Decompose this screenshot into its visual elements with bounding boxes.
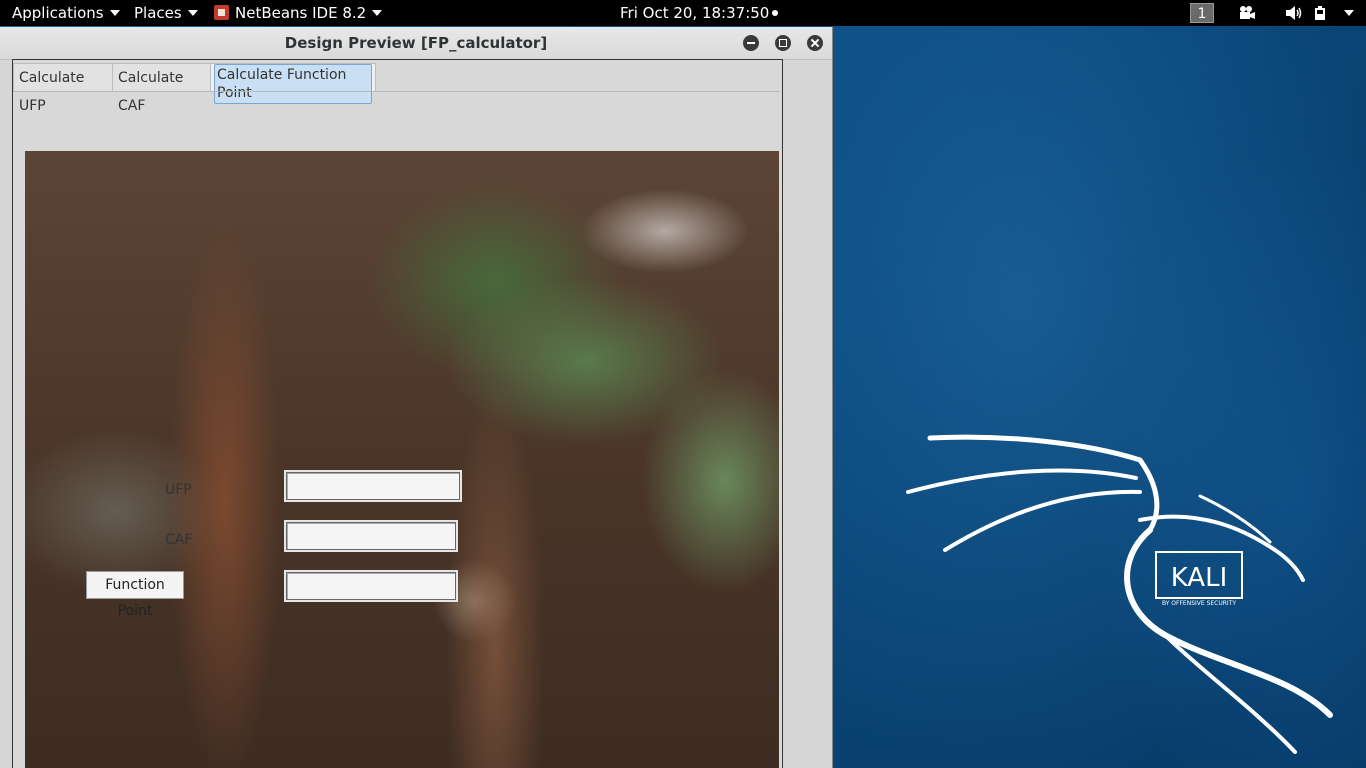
- function-point-field[interactable]: [284, 570, 458, 602]
- top-panel: Applications Places NetBeans IDE 8.2 Fri…: [0, 0, 1366, 26]
- netbeans-icon: [214, 5, 229, 20]
- app-menu[interactable]: NetBeans IDE 8.2: [214, 0, 383, 26]
- kali-logo-subtext: BY OFFENSIVE SECURITY: [1162, 600, 1236, 607]
- function-point-button[interactable]: Function Point: [86, 571, 184, 619]
- chevron-down-icon: [109, 10, 120, 16]
- window-titlebar[interactable]: Design Preview [FP_calculator]: [0, 27, 832, 60]
- volume-icon[interactable]: [1285, 5, 1303, 21]
- tab-label: Calculate Function Point: [214, 64, 372, 104]
- chevron-down-icon: [187, 10, 198, 16]
- kali-logo-text: KALI: [1171, 563, 1228, 593]
- workspace-number: 1: [1190, 3, 1214, 23]
- clock[interactable]: Fri Oct 20, 18:37:50: [620, 0, 779, 26]
- battery-icon[interactable]: [1314, 5, 1332, 21]
- workspace-indicator[interactable]: 1: [1190, 0, 1214, 26]
- tab-calculate-ufp[interactable]: Calculate UFP: [13, 63, 113, 114]
- tab-divider: [13, 91, 780, 92]
- ufp-label: UFP: [165, 482, 192, 498]
- close-icon[interactable]: [807, 35, 823, 51]
- applications-label: Applications: [12, 4, 104, 22]
- ufp-field[interactable]: [284, 470, 462, 502]
- background-image: UFP CAF Function Point: [25, 151, 779, 768]
- kali-dragon-logo: KALI BY OFFENSIVE SECURITY: [906, 434, 1333, 754]
- tab-calculate-function-point[interactable]: Calculate Function Point: [210, 63, 376, 104]
- places-menu[interactable]: Places: [134, 0, 198, 26]
- minimize-icon[interactable]: [743, 35, 759, 51]
- tab-label: Calculate UFP: [19, 70, 85, 114]
- window-title: Design Preview [FP_calculator]: [284, 34, 548, 52]
- content-frame: Calculate UFP Calculate CAF Calculate Fu…: [12, 59, 783, 768]
- applications-menu[interactable]: Applications: [12, 0, 120, 26]
- maximize-icon[interactable]: [775, 35, 791, 51]
- app-menu-label: NetBeans IDE 8.2: [235, 4, 367, 22]
- caf-field[interactable]: [284, 520, 458, 552]
- camera-icon[interactable]: [1238, 5, 1256, 21]
- clock-label: Fri Oct 20, 18:37:50: [620, 4, 770, 22]
- tab-calculate-caf[interactable]: Calculate CAF: [112, 63, 211, 114]
- notification-dot-icon: [772, 10, 779, 16]
- design-preview-window: Design Preview [FP_calculator] Calculate…: [0, 27, 833, 768]
- places-label: Places: [134, 4, 182, 22]
- tab-label: Calculate CAF: [118, 70, 184, 114]
- chevron-down-icon: [372, 10, 383, 16]
- chevron-down-icon[interactable]: [1344, 10, 1354, 16]
- caf-label: CAF: [165, 532, 193, 548]
